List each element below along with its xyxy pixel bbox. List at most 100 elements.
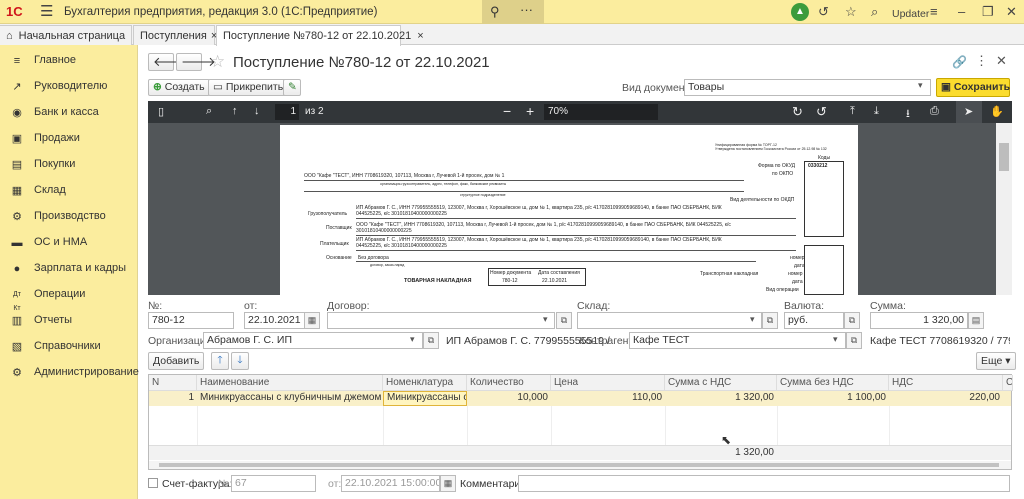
search-icon[interactable]: ⌕ — [871, 4, 878, 20]
column-header[interactable]: Сумма без НДС — [777, 375, 889, 391]
print-icon[interactable]: ⎙ — [930, 105, 939, 118]
close-tab-icon[interactable]: × — [417, 30, 423, 42]
favorite-star-icon[interactable]: ☆ — [210, 52, 225, 72]
sidebar-item-purchases[interactable]: ▤ Покупки — [0, 152, 138, 178]
column-header[interactable]: Сумма с НДС — [665, 375, 777, 391]
row-sum-vat[interactable]: 1 320,00 — [665, 391, 777, 406]
contractor-field[interactable]: Кафе ТЕСТ — [629, 332, 846, 349]
row-quantity[interactable]: 10,000 — [467, 391, 551, 406]
calendar-icon[interactable]: ▦ — [304, 312, 320, 329]
open-icon[interactable]: ⧉ — [762, 312, 778, 329]
sidebar-item-admin[interactable]: ⚙ Администрирование — [0, 360, 139, 386]
history-icon[interactable]: ↺ — [818, 4, 829, 20]
search-icon[interactable]: ⌕ — [206, 105, 212, 118]
sidebar-item-manager[interactable]: ↗ Руководителю — [0, 74, 138, 100]
sidebar-item-main[interactable]: ≡ Главное — [0, 48, 138, 74]
zoom-select[interactable]: 70% — [544, 104, 658, 120]
column-header[interactable]: Цена — [551, 375, 665, 391]
restore-icon[interactable]: ❐ — [982, 4, 994, 20]
column-header[interactable]: N — [149, 375, 197, 391]
chevron-down-icon[interactable]: ▾ — [543, 314, 548, 325]
tab-receipts[interactable]: Поступления × — [133, 25, 217, 45]
last-page-icon[interactable]: ⤓ — [874, 105, 879, 118]
row-sum-no-vat[interactable]: 1 100,00 — [777, 391, 889, 406]
first-page-icon[interactable]: ⤒ — [850, 105, 855, 118]
chevron-down-icon[interactable]: ▾ — [918, 80, 923, 91]
open-icon[interactable]: ⧉ — [423, 332, 439, 349]
open-icon[interactable]: ⧉ — [846, 332, 862, 349]
save-button[interactable]: ▣ Сохранить — [936, 78, 1010, 97]
column-header[interactable]: Номенклатура — [383, 375, 467, 391]
settings-icon[interactable]: ≡ — [930, 4, 938, 20]
comment-field[interactable] — [518, 475, 1010, 492]
sidebar-toggle-icon[interactable]: ▯ — [158, 105, 164, 118]
add-button[interactable]: Добавить — [148, 352, 205, 370]
open-icon[interactable]: ⧉ — [844, 312, 860, 329]
invoice-checkbox[interactable] — [148, 478, 158, 488]
rotate-ccw-icon[interactable]: ↺ — [816, 104, 827, 120]
invoice-number-field[interactable]: 67 — [231, 475, 316, 492]
select-tool[interactable]: ➤ — [956, 101, 982, 123]
edit-button[interactable]: ✎ — [283, 79, 301, 96]
more-icon[interactable]: ··· — [520, 2, 533, 17]
chevron-down-icon[interactable]: ▾ — [750, 314, 755, 325]
zoom-in-icon[interactable]: + — [526, 103, 534, 119]
warehouse-field[interactable] — [577, 312, 762, 329]
horizontal-scrollbar[interactable] — [149, 461, 1011, 469]
scroll-thumb[interactable] — [999, 143, 1009, 171]
row-vat[interactable]: 220,00 — [889, 391, 1003, 406]
next-page-icon[interactable]: ↓ — [254, 105, 260, 117]
menu-icon[interactable]: ☰ — [40, 3, 53, 21]
column-header[interactable]: Наименование — [197, 375, 383, 391]
number-field[interactable]: 780-12 — [148, 312, 234, 329]
row-price[interactable]: 110,00 — [551, 391, 665, 406]
sidebar-item-salary[interactable]: ● Зарплата и кадры — [0, 256, 138, 282]
close-icon[interactable]: ✕ — [996, 53, 1007, 69]
sum-field[interactable]: 1 320,00 — [870, 312, 968, 329]
contract-field[interactable] — [327, 312, 555, 329]
download-icon[interactable]: ⭳ — [906, 105, 910, 124]
pdf-scrollbar[interactable] — [996, 123, 1012, 295]
forward-button[interactable]: 🡒 — [176, 53, 216, 71]
sidebar-item-bank[interactable]: ◉ Банк и касса — [0, 100, 138, 126]
sidebar-item-catalogs[interactable]: ▧ Справочники — [0, 334, 138, 360]
calculator-icon[interactable]: ▤ — [968, 312, 984, 329]
column-header[interactable]: С — [1003, 375, 1013, 391]
sidebar-item-assets[interactable]: ▬ ОС и НМА — [0, 230, 138, 256]
move-down-button[interactable]: 🡓 — [231, 352, 249, 370]
notification-icon[interactable]: ▲ — [791, 3, 809, 21]
sidebar-item-production[interactable]: ⚙ Производство — [0, 204, 138, 230]
calendar-icon[interactable]: ▦ — [440, 475, 456, 492]
invoice-date-field[interactable]: 22.10.2021 15:00:00 — [341, 475, 440, 492]
sidebar-item-sales[interactable]: ▣ Продажи — [0, 126, 138, 152]
column-header[interactable]: Количество — [467, 375, 551, 391]
sidebar-item-reports[interactable]: ▥ Отчеты — [0, 308, 138, 334]
prev-page-icon[interactable]: ↑ — [232, 105, 238, 117]
sidebar-item-warehouse[interactable]: ▦ Склад — [0, 178, 138, 204]
favorite-icon[interactable]: ☆ — [845, 4, 857, 20]
zoom-out-icon[interactable]: − — [503, 103, 511, 119]
doctype-select[interactable]: Товары — [684, 79, 931, 96]
zoom-icon[interactable]: ⚲ — [490, 4, 500, 20]
org-field[interactable]: Абрамов Г. С. ИП — [203, 332, 423, 349]
date-field[interactable]: 22.10.2021 — [244, 312, 306, 329]
row-name[interactable]: Миникруассаны с клубничным джемом — [197, 391, 383, 406]
sidebar-item-operations[interactable]: Дт Кт Операции — [0, 282, 138, 312]
create-button[interactable]: ⊕ Создать — [148, 79, 210, 96]
open-icon[interactable]: ⧉ — [556, 312, 572, 329]
back-button[interactable]: 🡐 — [148, 53, 188, 71]
more-button[interactable]: Еще ▾ — [976, 352, 1016, 370]
tab-home[interactable]: ⌂ Начальная страница — [0, 25, 132, 45]
table-row[interactable]: 1 Миникруассаны с клубничным джемом Мини… — [149, 391, 1011, 406]
column-header[interactable]: НДС — [889, 375, 1003, 391]
minimize-icon[interactable]: – — [958, 4, 965, 20]
chevron-down-icon[interactable]: ▾ — [410, 334, 415, 345]
close-icon[interactable]: ✕ — [1006, 4, 1017, 20]
link-icon[interactable]: 🔗 — [952, 55, 967, 69]
move-up-button[interactable]: 🡑 — [211, 352, 229, 370]
currency-field[interactable]: руб. — [784, 312, 844, 329]
scroll-thumb[interactable] — [159, 463, 999, 467]
attach-button[interactable]: ▭ Прикрепить — [208, 79, 289, 96]
hand-tool-icon[interactable]: ✋ — [990, 105, 1004, 118]
user-name[interactable]: Updater — [892, 6, 929, 22]
